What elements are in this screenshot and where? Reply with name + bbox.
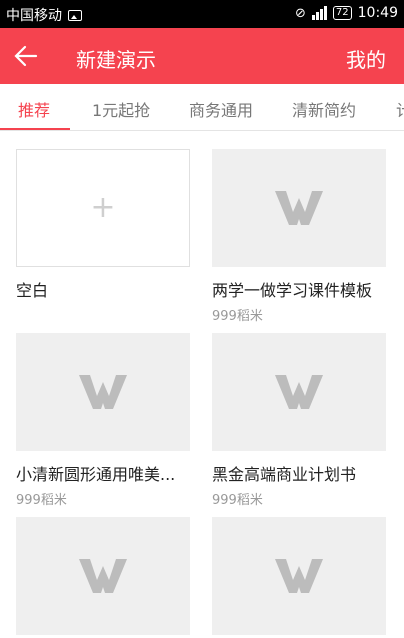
plus-icon: +: [90, 190, 116, 225]
template-card[interactable]: 小清新圆形通用唯美... 999稻米: [16, 333, 190, 508]
mute-icon: ⊘: [295, 5, 306, 21]
battery-icon: 72: [332, 6, 352, 20]
tab-recommended[interactable]: 推荐: [18, 97, 50, 121]
card-title: 空白: [16, 281, 49, 300]
arrow-left-icon: [14, 45, 38, 67]
wps-logo-icon: [272, 556, 326, 596]
blank-thumbnail[interactable]: +: [16, 149, 190, 267]
template-grid: + 空白 两学一做学习课件模板 999稻米 小清新圆形通用唯美... 999稻米…: [0, 131, 404, 638]
mine-button[interactable]: 我的: [346, 44, 386, 73]
app-bar: 新建演示 我的: [0, 28, 404, 84]
carrier-label: 中国移动: [6, 8, 62, 24]
status-bar: 中国移动 ⊘ 72 10:49: [0, 0, 404, 28]
tab-more[interactable]: 计: [396, 97, 404, 121]
card-title: 两学一做学习课件模板: [212, 281, 373, 300]
page-title: 新建演示: [76, 48, 156, 72]
template-thumbnail[interactable]: [16, 517, 190, 635]
card-price: 999稻米: [212, 309, 263, 324]
template-card[interactable]: 两学一做学习课件模板 999稻米: [212, 149, 386, 324]
wps-logo-icon: [272, 372, 326, 412]
image-notification-icon: [68, 9, 82, 21]
wps-logo-icon: [76, 556, 130, 596]
template-thumbnail[interactable]: [212, 517, 386, 635]
tab-fresh-simple[interactable]: 清新简约: [292, 97, 356, 121]
template-card-blank[interactable]: + 空白: [16, 149, 190, 301]
clock: 10:49: [357, 5, 398, 21]
template-thumbnail[interactable]: [212, 149, 386, 267]
wps-logo-icon: [76, 372, 130, 412]
template-thumbnail[interactable]: [212, 333, 386, 451]
back-button[interactable]: [10, 40, 42, 72]
template-card[interactable]: [212, 517, 386, 635]
template-card[interactable]: [16, 517, 190, 635]
card-title: 黑金高端商业计划书: [212, 465, 357, 484]
category-tabs: 推荐 1元起抢 商务通用 清新简约 计: [0, 84, 404, 131]
tab-one-yuan[interactable]: 1元起抢: [92, 97, 150, 121]
card-price: 999稻米: [212, 493, 263, 508]
template-thumbnail[interactable]: [16, 333, 190, 451]
tab-business[interactable]: 商务通用: [189, 97, 253, 121]
card-price: 999稻米: [16, 493, 67, 508]
card-title: 小清新圆形通用唯美...: [16, 465, 176, 484]
wps-logo-icon: [272, 188, 326, 228]
template-card[interactable]: 黑金高端商业计划书 999稻米: [212, 333, 386, 508]
signal-icon: [311, 6, 327, 20]
